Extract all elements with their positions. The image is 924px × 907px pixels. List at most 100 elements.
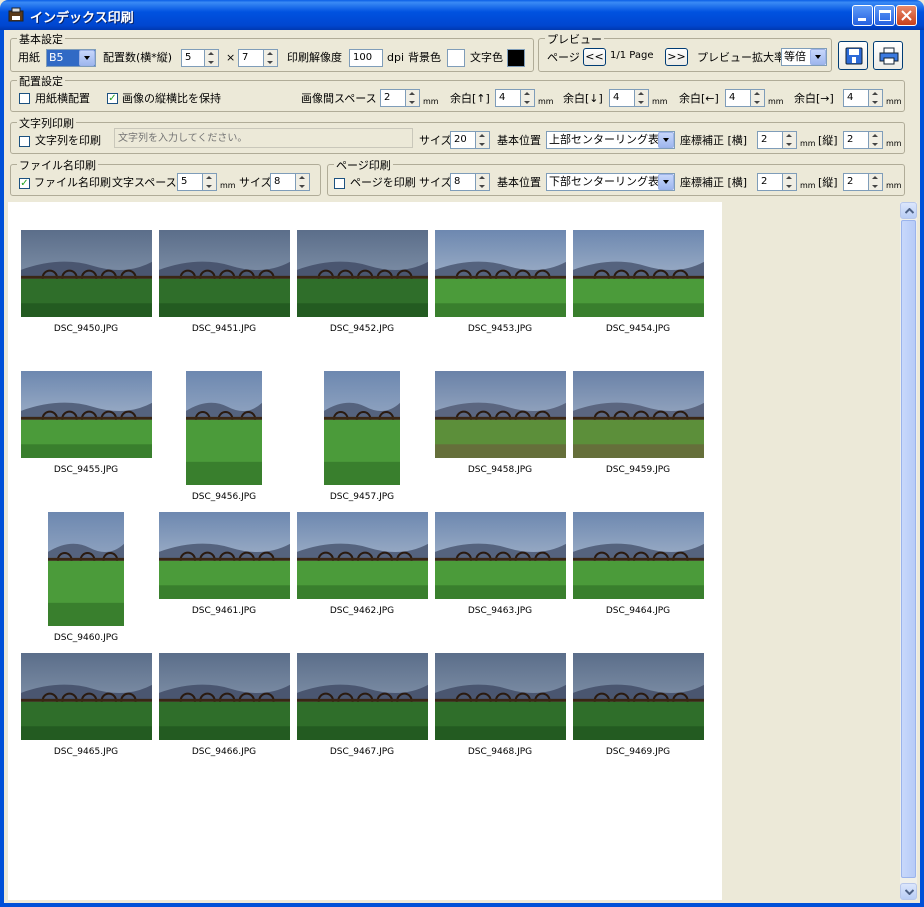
text-pos-label: 基本位置 (497, 134, 541, 147)
text-pos-dropdown-button[interactable] (658, 132, 674, 148)
filename-space-spinner[interactable] (203, 173, 217, 191)
filename-size-label: サイズ (239, 176, 272, 189)
thumbnail-filename: DSC_9461.JPG (191, 606, 257, 616)
fg-color-swatch[interactable] (507, 49, 525, 67)
thumbnail-image (20, 230, 152, 317)
margin-right-spinner[interactable] (869, 89, 883, 107)
thumbnail-image (296, 512, 428, 599)
thumbnail-image (572, 512, 704, 599)
thumbnail-filename: DSC_9454.JPG (605, 324, 671, 334)
filename-size-input[interactable]: 8 (270, 173, 296, 191)
image-space-spinner[interactable] (406, 89, 420, 107)
thumbnail-image (572, 230, 704, 317)
landscape-checkbox[interactable] (19, 93, 30, 104)
title-bar[interactable] (0, 0, 924, 30)
thumbnail-image (572, 653, 704, 740)
unit-label: mm (800, 181, 816, 190)
margin-right-label: 余白[→] (794, 92, 834, 105)
thumbnail-image (434, 512, 566, 599)
scroll-thumb[interactable] (901, 220, 916, 878)
image-space-input[interactable]: 2 (380, 89, 406, 107)
bg-color-swatch[interactable] (447, 49, 465, 67)
margin-right-input[interactable]: 4 (843, 89, 869, 107)
page-offset-x-input[interactable]: 2 (757, 173, 783, 191)
thumbnail-image (20, 371, 152, 458)
preview-background (722, 202, 900, 900)
zoom-label: プレビュー拡大率 (697, 51, 785, 64)
text-size-spinner[interactable] (476, 131, 490, 149)
keep-aspect-label: 画像の縦横比を保持 (122, 92, 221, 105)
page-offset-y-input[interactable]: 2 (843, 173, 869, 191)
page-offset-label: 座標補正 [横] (680, 176, 748, 189)
page-offset-x-spinner[interactable] (783, 173, 797, 191)
text-pos-select[interactable]: 上部センターリング表示 (546, 131, 675, 149)
print-button[interactable] (873, 41, 903, 70)
text-print-enable-label: 文字列を印刷 (35, 134, 101, 147)
page-pos-label: 基本位置 (497, 176, 541, 189)
keep-aspect-checkbox[interactable]: ✓ (107, 93, 118, 104)
page-size-label: サイズ (419, 176, 452, 189)
page-offset-y-spinner[interactable] (869, 173, 883, 191)
thumbnail-filename: DSC_9459.JPG (605, 465, 671, 475)
minimize-button[interactable] (852, 5, 873, 26)
save-icon (845, 47, 863, 65)
margin-top-input[interactable]: 4 (495, 89, 521, 107)
thumbnail-image (324, 371, 400, 485)
save-button[interactable] (838, 41, 868, 70)
filename-size-spinner[interactable] (296, 173, 310, 191)
text-print-input[interactable] (114, 128, 413, 148)
thumbnail-image (434, 653, 566, 740)
unit-label: mm (220, 181, 236, 190)
thumbnail-filename: DSC_9452.JPG (329, 324, 395, 334)
thumbnail-filename: DSC_9466.JPG (191, 747, 257, 757)
text-offset-y-input[interactable]: 2 (843, 131, 869, 149)
preview-scrollbar[interactable] (900, 202, 917, 900)
dpi-input[interactable]: 100 (349, 49, 383, 67)
filename-print-checkbox[interactable]: ✓ (19, 178, 30, 189)
margin-top-label: 余白[↑] (450, 92, 490, 105)
paper-dropdown-button[interactable] (79, 50, 95, 66)
thumbnail-image (158, 512, 290, 599)
next-page-button[interactable]: >> (665, 48, 688, 66)
preview-group-label: プレビュー (545, 31, 604, 47)
text-offset-x-input[interactable]: 2 (757, 131, 783, 149)
text-offset-x-spinner[interactable] (783, 131, 797, 149)
cols-spinner[interactable] (205, 49, 219, 67)
text-offset-y-spinner[interactable] (869, 131, 883, 149)
maximize-icon (879, 10, 891, 21)
print-preview-page[interactable]: DSC_9450.JPG DSC_9451.JPG DSC_9452.JPG D… (8, 202, 722, 900)
scroll-down-button[interactable] (900, 883, 917, 900)
page-pos-select[interactable]: 下部センターリング表示 (546, 173, 675, 191)
page-size-spinner[interactable] (476, 173, 490, 191)
rows-spinner[interactable] (264, 49, 278, 67)
dpi-unit: dpi (387, 51, 405, 64)
text-print-checkbox[interactable] (19, 136, 30, 147)
margin-bottom-input[interactable]: 4 (609, 89, 635, 107)
maximize-button[interactable] (874, 5, 895, 26)
page-pos-dropdown-button[interactable] (658, 174, 674, 190)
zoom-dropdown-button[interactable] (810, 49, 826, 65)
margin-left-spinner[interactable] (751, 89, 765, 107)
scroll-up-button[interactable] (900, 202, 917, 219)
thumbnail-filename: DSC_9467.JPG (329, 747, 395, 757)
thumbnail-image (158, 230, 290, 317)
margin-bottom-label: 余白[↓] (563, 92, 603, 105)
margin-bottom-spinner[interactable] (635, 89, 649, 107)
prev-page-button[interactable]: << (583, 48, 606, 66)
text-size-input[interactable]: 20 (450, 131, 476, 149)
thumbnail-filename: DSC_9468.JPG (467, 747, 533, 757)
app-icon (8, 7, 24, 23)
thumbnail-filename: DSC_9451.JPG (191, 324, 257, 334)
margin-left-input[interactable]: 4 (725, 89, 751, 107)
print-icon (879, 47, 899, 65)
margin-top-spinner[interactable] (521, 89, 535, 107)
close-button[interactable] (896, 5, 917, 26)
filename-space-input[interactable]: 5 (177, 173, 203, 191)
thumbnail-filename: DSC_9453.JPG (467, 324, 533, 334)
chevron-up-icon (905, 208, 914, 214)
thumbnail-filename: DSC_9465.JPG (53, 747, 119, 757)
rows-input[interactable]: 7 (238, 49, 264, 67)
page-size-input[interactable]: 8 (450, 173, 476, 191)
cols-input[interactable]: 5 (181, 49, 205, 67)
page-print-checkbox[interactable] (334, 178, 345, 189)
